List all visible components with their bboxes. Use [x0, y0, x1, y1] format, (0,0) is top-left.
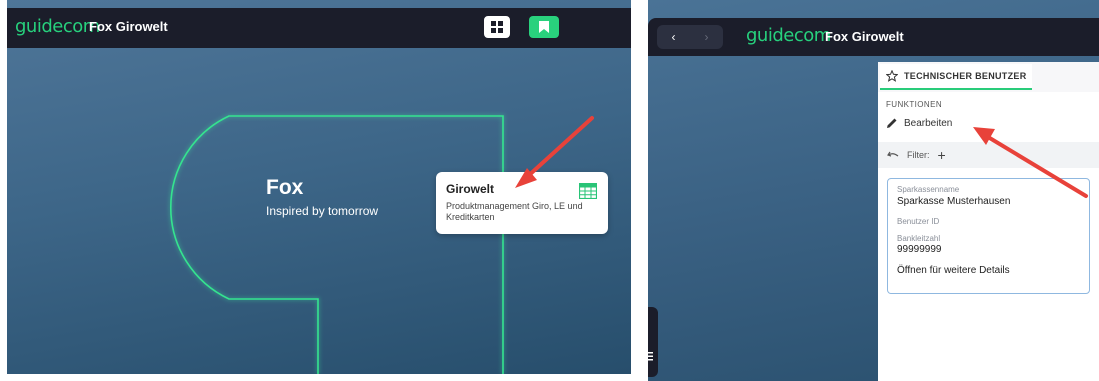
right-screenshot: ‹ › guidecom Fox Girowelt TECHNISCHER BE…: [648, 0, 1099, 381]
annotation-arrow: [973, 127, 1088, 198]
annotation-arrow: [515, 116, 594, 188]
left-screenshot: guidecom Fox Girowelt Fox Inspired by to…: [7, 0, 631, 374]
